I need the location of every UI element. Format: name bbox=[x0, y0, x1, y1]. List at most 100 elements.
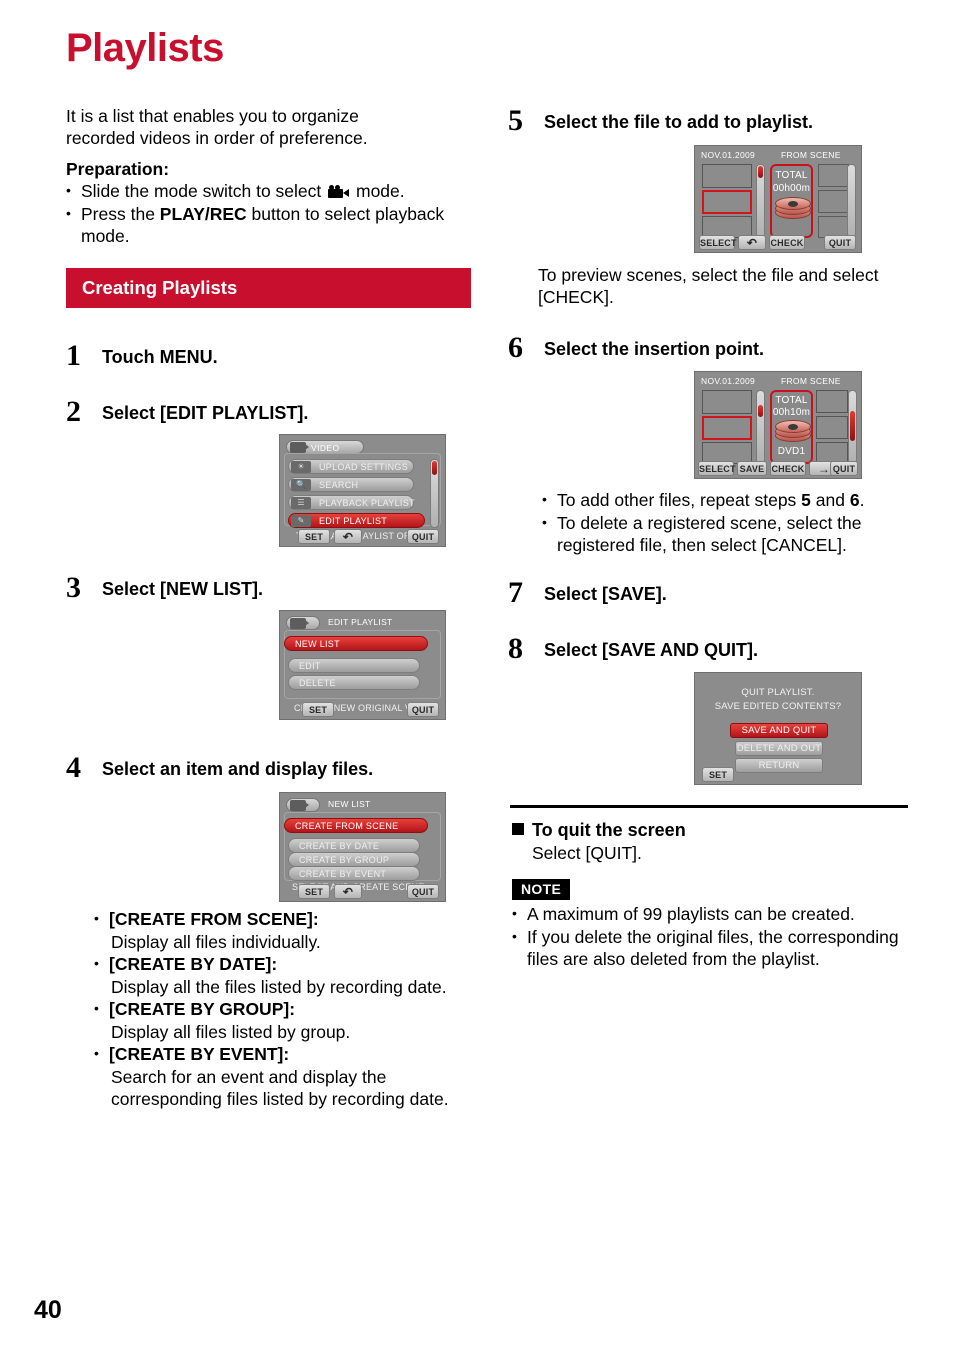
left-scrollbar[interactable] bbox=[756, 390, 765, 464]
thumbnail-forest-selected[interactable] bbox=[702, 190, 752, 214]
select-button[interactable]: SELECT bbox=[699, 235, 737, 250]
menu-row-playback-playlist-label: PLAYBACK PLAYLIST bbox=[319, 498, 415, 508]
quit-button[interactable]: QUIT bbox=[407, 529, 439, 544]
step-5: 5 Select the file to add to playlist. bbox=[508, 104, 908, 137]
new-list-row-create-by-group[interactable]: CREATE BY GROUP bbox=[288, 852, 420, 867]
insert-slot-1[interactable] bbox=[818, 164, 849, 187]
quit-screen-block: To quit the screen Select [QUIT]. bbox=[512, 818, 907, 864]
step-1-text: Touch MENU. bbox=[102, 347, 218, 367]
square-bullet-icon bbox=[512, 823, 524, 835]
scrollbar-knob[interactable] bbox=[432, 461, 437, 475]
edit-playlist-icon: ✎ bbox=[291, 515, 311, 527]
right-scrollbar[interactable] bbox=[848, 390, 857, 464]
set-button[interactable]: SET bbox=[302, 702, 334, 717]
left-scrollbar-knob[interactable] bbox=[758, 405, 763, 417]
quit-dialog-line2: SAVE EDITED CONTENTS? bbox=[714, 701, 842, 712]
menu-row-edit-playlist[interactable]: ✎ EDIT PLAYLIST bbox=[288, 513, 425, 528]
quit-dialog-delete-and-out[interactable]: DELETE AND OUT bbox=[735, 741, 823, 756]
step-3: 3 Select [NEW LIST]. bbox=[66, 571, 466, 604]
back-button[interactable]: ↶ bbox=[738, 235, 766, 250]
playlist-icon: ☰ bbox=[291, 497, 311, 509]
menu-row-upload-settings[interactable]: ☀ UPLOAD SETTINGS bbox=[288, 459, 414, 474]
step-2: 2 Select [EDIT PLAYLIST]. bbox=[66, 395, 466, 428]
quit-screen-heading: To quit the screen bbox=[512, 818, 907, 842]
step-8-number: 8 bbox=[508, 632, 523, 665]
screen-new-list: NEW LIST CREATE FROM SCENE CREATE BY DAT… bbox=[279, 792, 446, 902]
video-camera-icon bbox=[328, 185, 350, 198]
page-number: 40 bbox=[34, 1296, 62, 1324]
screen-from-scene-mode: FROM SCENE bbox=[781, 376, 841, 386]
right-scrollbar-knob[interactable] bbox=[850, 411, 855, 441]
preparation-list: Slide the mode switch to select mode. Pr… bbox=[66, 179, 456, 248]
edit-playlist-row-delete[interactable]: DELETE bbox=[288, 675, 420, 690]
edit-playlist-row-edit[interactable]: EDIT bbox=[288, 658, 420, 673]
edit-playlist-row-new-list[interactable]: NEW LIST bbox=[284, 636, 428, 651]
quit-button[interactable]: QUIT bbox=[824, 235, 856, 250]
edit-playlist-row-edit-label: EDIT bbox=[299, 661, 321, 671]
left-scrollbar[interactable] bbox=[756, 164, 765, 238]
screen-new-list-tab bbox=[286, 798, 320, 812]
back-button[interactable]: ↶ bbox=[334, 529, 362, 544]
screen-from-scene-mode: FROM SCENE bbox=[781, 150, 841, 160]
step-5-number: 5 bbox=[508, 104, 523, 137]
left-scrollbar-knob[interactable] bbox=[758, 166, 763, 178]
registered-thumbnail-grass[interactable] bbox=[816, 416, 848, 439]
step-3-number: 3 bbox=[66, 571, 81, 604]
preparation-heading: Preparation: bbox=[66, 159, 170, 179]
quit-button[interactable]: QUIT bbox=[407, 702, 439, 717]
thumbnail-sea[interactable] bbox=[702, 390, 752, 414]
new-list-row-create-by-date[interactable]: CREATE BY DATE bbox=[288, 838, 420, 853]
menu-row-search-label: SEARCH bbox=[319, 480, 359, 490]
back-button[interactable]: ↶ bbox=[334, 884, 362, 899]
playlist-preview-box[interactable]: TOTAL 00h00m bbox=[770, 164, 813, 238]
menu-row-edit-playlist-label: EDIT PLAYLIST bbox=[319, 516, 388, 526]
step6-note-delete-scene: To delete a registered scene, select the… bbox=[542, 511, 914, 557]
screen-video-menu-tab: VIDEO bbox=[286, 440, 364, 454]
step-4: 4 Select an item and display files. bbox=[66, 751, 466, 784]
video-camera-icon bbox=[290, 800, 309, 811]
registered-thumbnail-flower[interactable] bbox=[816, 390, 848, 413]
step-7-number: 7 bbox=[508, 576, 523, 609]
playlist-preview-box[interactable]: TOTAL 00h10m DVD1 bbox=[770, 390, 813, 464]
edit-playlist-row-new-list-label: NEW LIST bbox=[295, 639, 340, 649]
menu-row-playback-playlist[interactable]: ☰ PLAYBACK PLAYLIST bbox=[288, 495, 415, 510]
note-item-delete-originals: If you delete the original files, the co… bbox=[512, 925, 908, 971]
option-create-by-date-term: [CREATE BY DATE]: bbox=[109, 954, 278, 974]
new-list-row-create-from-scene[interactable]: CREATE FROM SCENE bbox=[284, 818, 428, 833]
menu-row-search[interactable]: 🔍 SEARCH bbox=[288, 477, 414, 492]
total-label: TOTAL bbox=[775, 170, 808, 181]
check-button[interactable]: CHECK bbox=[769, 235, 805, 250]
disc-icon bbox=[775, 197, 811, 219]
step-6-text: Select the insertion point. bbox=[544, 339, 765, 359]
save-button[interactable]: SAVE bbox=[737, 461, 767, 476]
scrollbar[interactable] bbox=[430, 459, 439, 528]
thumbnail-sea[interactable] bbox=[702, 164, 752, 188]
quit-screen-heading-text: To quit the screen bbox=[532, 820, 686, 840]
step-4-text: Select an item and display files. bbox=[102, 759, 374, 779]
quit-dialog-return[interactable]: RETURN bbox=[735, 758, 823, 773]
intro-description-text: It is a list that enables you to organiz… bbox=[66, 106, 368, 148]
check-button[interactable]: CHECK bbox=[770, 461, 806, 476]
set-button[interactable]: SET bbox=[298, 529, 330, 544]
quit-button[interactable]: QUIT bbox=[830, 461, 858, 476]
set-button[interactable]: SET bbox=[298, 884, 330, 899]
thumbnail-forest-selected[interactable] bbox=[702, 416, 752, 440]
preparation-item-play-rec: Press the PLAY/REC button to select play… bbox=[66, 202, 456, 248]
option-create-from-scene-term: [CREATE FROM SCENE]: bbox=[109, 909, 319, 929]
insert-slot-2[interactable] bbox=[818, 190, 849, 213]
step-3-text: Select [NEW LIST]. bbox=[102, 579, 264, 599]
screen-from-scene-insert: NOV.01.2009 FROM SCENE TOTAL 00h10m DVD1… bbox=[694, 371, 862, 479]
menu-row-upload-settings-label: UPLOAD SETTINGS bbox=[319, 462, 409, 472]
new-list-row-create-by-event[interactable]: CREATE BY EVENT bbox=[288, 866, 420, 881]
search-icon: 🔍 bbox=[291, 479, 311, 491]
quit-button[interactable]: QUIT bbox=[407, 884, 439, 899]
quit-screen-body: Select [QUIT]. bbox=[532, 843, 642, 863]
select-button[interactable]: SELECT bbox=[698, 461, 736, 476]
step-8: 8 Select [SAVE AND QUIT]. bbox=[508, 632, 908, 665]
set-button[interactable]: SET bbox=[702, 767, 734, 782]
step-2-number: 2 bbox=[66, 395, 81, 428]
quit-dialog-save-and-quit[interactable]: SAVE AND QUIT bbox=[730, 723, 828, 738]
right-scrollbar[interactable] bbox=[847, 164, 856, 238]
total-label: TOTAL bbox=[775, 395, 808, 406]
step-7: 7 Select [SAVE]. bbox=[508, 576, 908, 609]
